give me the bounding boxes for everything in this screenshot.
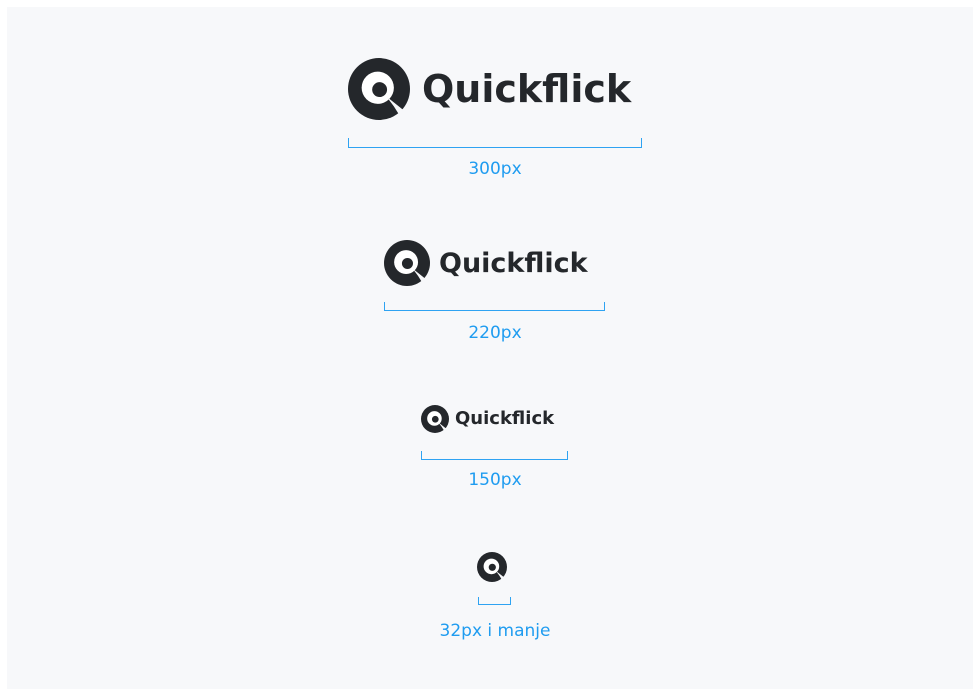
logo-220px: Quickflick <box>384 240 588 286</box>
logo-150px: Quickflick <box>421 405 554 433</box>
quickflick-logo-icon <box>384 240 430 286</box>
size-label-300px: 300px <box>468 159 522 179</box>
quickflick-logo-icon <box>477 552 507 582</box>
quickflick-logo-icon <box>421 405 449 433</box>
quickflick-logo-icon <box>348 58 410 120</box>
logo-300px: Quickflick <box>348 58 632 120</box>
size-bracket-32px <box>478 597 511 605</box>
size-label-220px: 220px <box>468 323 522 343</box>
size-bracket-150px <box>421 451 568 460</box>
wordmark: Quickflick <box>455 408 555 429</box>
size-bracket-220px <box>384 302 605 311</box>
wordmark: Quickflick <box>439 247 588 279</box>
size-label-32px: 32px i manje <box>439 621 551 641</box>
wordmark: Quickflick <box>422 67 632 111</box>
size-bracket-300px <box>348 138 642 148</box>
logo-32px <box>477 552 507 582</box>
size-label-150px: 150px <box>468 470 522 490</box>
logo-size-guide: Quickflick 300px Quickflick 220px Quickf… <box>7 7 973 689</box>
